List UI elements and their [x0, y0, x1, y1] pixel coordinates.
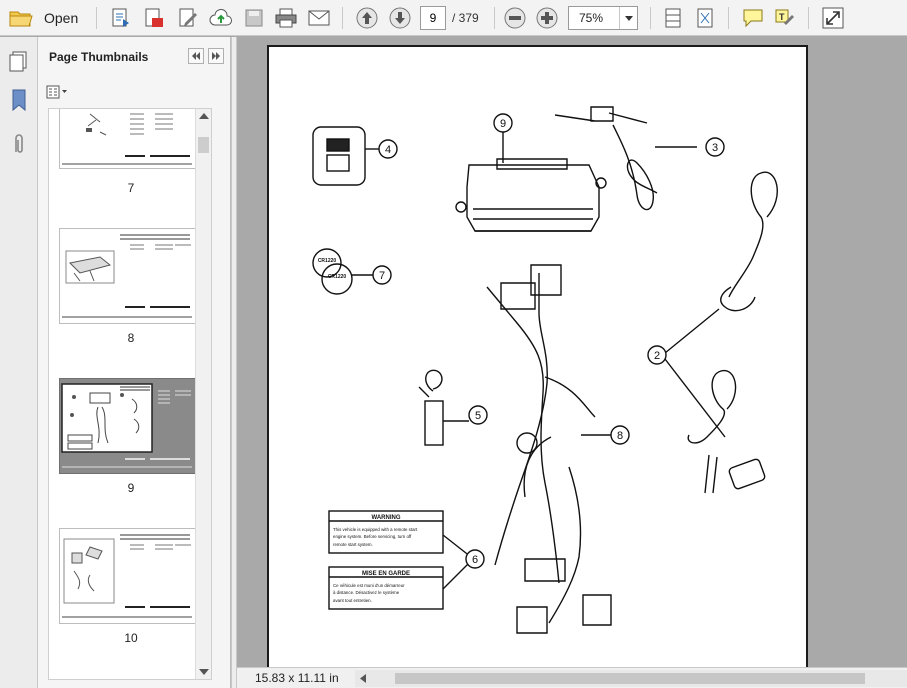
horizontal-scrollbar[interactable] — [355, 670, 907, 687]
coin-label-2: CR1220 — [328, 274, 347, 280]
scrollbar-thumb[interactable] — [198, 137, 209, 153]
create-icon[interactable] — [108, 5, 134, 31]
thumbnail-label-7: 7 — [127, 181, 135, 195]
svg-text:3: 3 — [712, 142, 718, 154]
collapse-panel-icon[interactable] — [188, 48, 204, 64]
highlight-icon[interactable]: T — [772, 5, 798, 31]
thumbnail-page-7[interactable] — [59, 109, 196, 169]
svg-text:5: 5 — [475, 410, 481, 422]
page-total: / 379 — [452, 11, 479, 25]
page-thumbnails-icon[interactable] — [6, 47, 32, 77]
horizontal-scrollbar-thumb[interactable] — [395, 673, 865, 684]
thumbnail-label-8: 8 — [127, 331, 135, 345]
edit-icon[interactable] — [175, 5, 201, 31]
svg-text:2: 2 — [654, 350, 660, 362]
coin-label-1: CR1220 — [318, 258, 337, 264]
zoom-in-icon[interactable] — [534, 5, 560, 31]
caution-label-line-3: avant tout entretien. — [333, 598, 372, 603]
document-page: 9 4 3 7 2 5 8 6 CR1220 CR1220 WARNING Th… — [267, 45, 808, 667]
svg-text:T: T — [779, 12, 785, 22]
print-icon[interactable] — [273, 5, 299, 31]
pdf-icon[interactable] — [141, 5, 167, 31]
document-view[interactable]: 9 4 3 7 2 5 8 6 CR1220 CR1220 WARNING Th… — [237, 37, 907, 667]
warning-label-line-2: engine system. Before servicing, turn of… — [333, 534, 412, 539]
callout-2: 2 — [647, 345, 667, 365]
zoom-select[interactable]: 75% — [568, 6, 638, 30]
warning-label-line-3: remote start system. — [333, 542, 373, 547]
toolbar: Open / 379 75% — [0, 0, 907, 36]
panel-title: Page Thumbnails — [49, 50, 149, 64]
callout-3: 3 — [705, 137, 725, 157]
bookmark-icon[interactable] — [6, 85, 32, 115]
zoom-out-icon[interactable] — [502, 5, 528, 31]
upload-icon[interactable] — [208, 5, 234, 31]
callout-8: 8 — [610, 425, 630, 445]
attachment-icon[interactable] — [6, 129, 32, 159]
callout-6: 6 — [465, 549, 485, 569]
thumbnail-options-button[interactable] — [46, 83, 72, 101]
open-button-label[interactable]: Open — [44, 10, 78, 26]
scroll-up-icon[interactable] — [199, 113, 209, 119]
scroll-left-icon[interactable] — [355, 670, 371, 687]
thumbnail-list[interactable]: 7 8 9 10 — [48, 108, 212, 680]
close-panel-icon[interactable] — [208, 48, 224, 64]
svg-text:7: 7 — [379, 270, 385, 282]
comment-icon[interactable] — [740, 5, 766, 31]
scroll-down-icon[interactable] — [199, 669, 209, 675]
fit-page-icon[interactable] — [692, 5, 718, 31]
caution-label-title: MISE EN GARDE — [362, 571, 410, 577]
thumbnail-page-10[interactable] — [59, 528, 196, 624]
thumbnail-page-8[interactable] — [59, 228, 196, 324]
svg-text:4: 4 — [385, 144, 391, 156]
parts-diagram: 9 4 3 7 2 5 8 6 CR1220 CR1220 WARNING Th… — [312, 106, 778, 634]
callout-5: 5 — [468, 405, 488, 425]
thumbnail-scrollbar[interactable] — [195, 109, 211, 679]
chevron-down-icon[interactable] — [619, 7, 637, 29]
status-bar: 15.83 x 11.11 in — [237, 667, 907, 688]
svg-text:6: 6 — [472, 554, 478, 566]
thumbnail-label-9: 9 — [127, 481, 135, 495]
thumbnails-panel: Page Thumbnails 7 8 9 10 — [38, 37, 231, 688]
email-icon[interactable] — [306, 5, 332, 31]
warning-label-title: WARNING — [372, 515, 401, 521]
zoom-value: 75% — [579, 11, 604, 25]
thumbnail-page-9[interactable] — [59, 378, 196, 474]
svg-text:9: 9 — [500, 118, 506, 130]
next-page-icon[interactable] — [387, 5, 413, 31]
fit-width-icon[interactable] — [660, 5, 686, 31]
previous-page-icon[interactable] — [354, 5, 380, 31]
svg-text:8: 8 — [617, 430, 623, 442]
thumbnail-label-10: 10 — [124, 631, 138, 645]
callout-9: 9 — [493, 113, 513, 133]
warning-label-line-1: This vehicle is equipped with a remote s… — [333, 527, 418, 532]
caution-label-line-2: à distance. Désactivez le système — [333, 590, 400, 595]
callout-4: 4 — [378, 139, 398, 159]
caution-label-line-1: Ce véhicule est muni d'un démarreur — [333, 583, 405, 588]
page-number-input[interactable] — [420, 6, 446, 30]
navigation-rail — [0, 37, 38, 688]
page-size: 15.83 x 11.11 in — [255, 671, 339, 685]
callout-7: 7 — [372, 265, 392, 285]
expand-icon[interactable] — [820, 5, 846, 31]
open-folder-icon[interactable] — [8, 5, 34, 31]
save-icon[interactable] — [241, 5, 267, 31]
